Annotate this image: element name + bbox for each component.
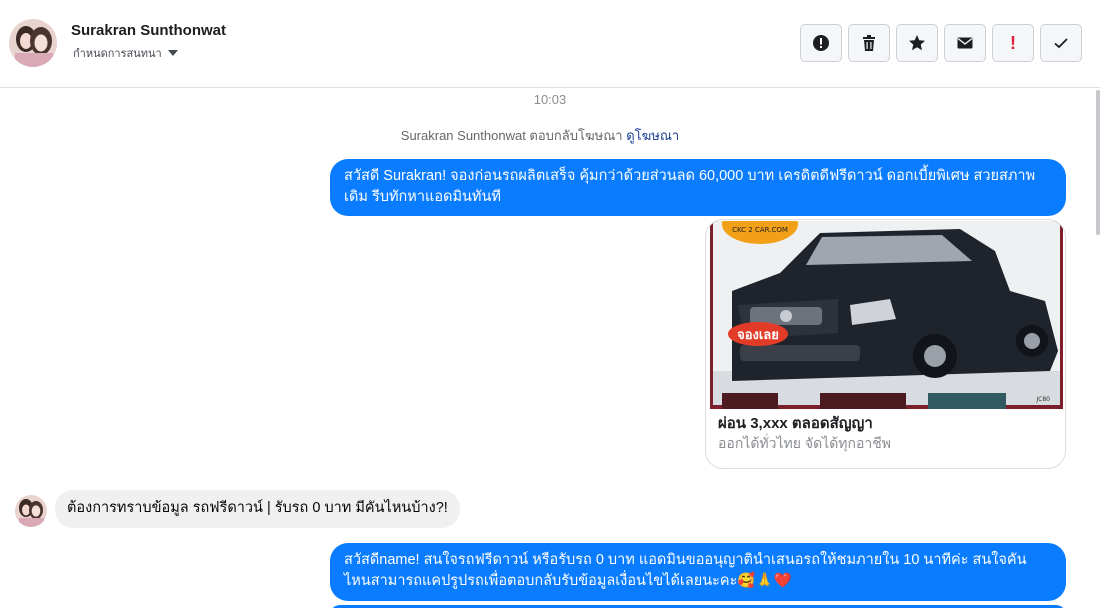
contact-name[interactable]: Surakran Sunthonwat bbox=[71, 22, 226, 39]
ad-reply-notice: Surakran Sunthonwat ตอบกลับโฆษณา ดูโฆษณา bbox=[0, 125, 1080, 146]
view-ad-link[interactable]: ดูโฆษณา bbox=[626, 128, 679, 143]
caret-down-icon bbox=[167, 50, 178, 56]
outgoing-message: สวัสดีname! สนใจรถฟรีดาวน์ หรือรับรถ 0 บ… bbox=[330, 543, 1066, 601]
ad-image-logo: CKC 2 CAR.COM bbox=[732, 226, 788, 234]
conversation-header: Surakran Sunthonwat กำหนดการสนทนา ! bbox=[0, 0, 1100, 88]
outgoing-message: สวัสดี Surakran! จองก่อนรถผลิตเสร็จ คุ้ม… bbox=[330, 159, 1066, 216]
ad-card-subtitle: ออกได้ทั่วไทย จัดได้ทุกอาชีพ bbox=[718, 435, 892, 451]
ad-card-title: ผ่อน 3,xxx ตลอดสัญญา bbox=[718, 415, 873, 432]
report-button[interactable] bbox=[800, 24, 842, 62]
envelope-icon bbox=[957, 37, 973, 49]
checkmark-icon bbox=[1054, 38, 1068, 49]
ad-card[interactable]: CKC 2 CAR.COM จองเลย JC80 ผ่อน 3,xxx ตลอ… bbox=[705, 219, 1066, 469]
ad-car-image: CKC 2 CAR.COM จองเลย JC80 bbox=[710, 221, 1063, 409]
star-button[interactable] bbox=[896, 24, 938, 62]
star-icon bbox=[909, 35, 925, 51]
conversation-label: กำหนดการสนทนา bbox=[73, 48, 162, 60]
ad-image-code: JC80 bbox=[1035, 396, 1050, 403]
ad-reply-text: Surakran Sunthonwat ตอบกลับโฆษณา bbox=[400, 128, 623, 143]
message-timestamp: 10:03 bbox=[533, 92, 567, 107]
alert-circle-icon bbox=[813, 35, 829, 51]
mark-unread-button[interactable] bbox=[944, 24, 986, 62]
conversation-menu[interactable]: กำหนดการสนทนา bbox=[73, 44, 178, 62]
header-actions: ! bbox=[800, 24, 1082, 62]
contact-avatar[interactable] bbox=[9, 19, 57, 67]
sender-avatar[interactable] bbox=[15, 495, 47, 527]
priority-button[interactable]: ! bbox=[992, 24, 1034, 62]
exclamation-icon: ! bbox=[1010, 33, 1016, 53]
scrollbar[interactable] bbox=[1096, 90, 1100, 235]
ad-image-badge: จองเลย bbox=[737, 328, 779, 343]
delete-button[interactable] bbox=[848, 24, 890, 62]
trash-icon bbox=[863, 35, 875, 51]
done-button[interactable] bbox=[1040, 24, 1082, 62]
incoming-message: ต้องการทราบข้อมูล รถฟรีดาวน์ | รับรถ 0 บ… bbox=[55, 490, 460, 528]
